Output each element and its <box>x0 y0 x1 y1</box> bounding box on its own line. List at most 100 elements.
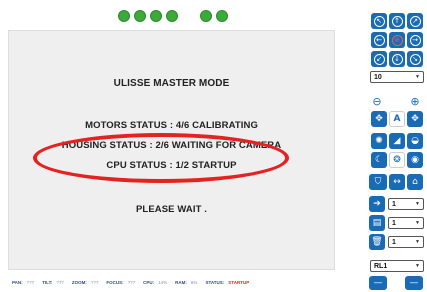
arrow-up-left-icon: ↖ <box>373 15 385 27</box>
minus-icon: — <box>373 278 383 288</box>
highlight-ellipse <box>33 133 289 183</box>
zoom-out-icon: ⊖ <box>372 94 382 108</box>
arrow-up-right-icon: ↗ <box>409 15 421 27</box>
status-dot <box>150 10 162 22</box>
minus-icon: — <box>409 278 419 288</box>
tour-button[interactable]: ⛉ <box>369 174 387 190</box>
eye-icon: ◉ <box>411 155 419 165</box>
arrow-down-icon: ↓ <box>391 53 403 65</box>
stop-icon: ⊘ <box>391 34 403 46</box>
pan-up-right-button[interactable]: ↗ <box>407 13 423 29</box>
status-dot <box>118 10 130 22</box>
arrow-down-right-icon: ↘ <box>409 53 421 65</box>
mode-title: ULISSE MASTER MODE <box>113 78 230 89</box>
speed-select-value: 10 <box>374 73 382 81</box>
save-preset-button[interactable]: ▤ <box>369 215 385 231</box>
zoom-in-icon: ⊕ <box>410 94 420 108</box>
focus-far-button[interactable]: ✥ <box>407 111 423 127</box>
washer-button[interactable]: ◒ <box>407 133 423 149</box>
iris-icon: ❂ <box>393 155 401 165</box>
washer-icon: ◒ <box>411 136 419 146</box>
zoom-value: ??? <box>90 280 99 285</box>
iris-button[interactable]: ❂ <box>389 152 405 168</box>
tour-icon: ⛉ <box>374 177 382 187</box>
pan-label: PAN: <box>12 280 23 285</box>
pan-right-button[interactable]: → <box>407 32 423 48</box>
zoom-label: ZOOM: <box>71 280 87 285</box>
preset-select-3[interactable]: 1 ▼ <box>388 236 424 248</box>
main-panel: ULISSE MASTER MODE MOTORS STATUS : 4/6 C… <box>8 30 335 270</box>
zoom-out-button[interactable]: ⊖ <box>369 93 385 109</box>
status-bar: PAN:??? TILT:??? ZOOM:??? FOCUS:??? CPU:… <box>12 280 337 290</box>
caret-down-icon: ▼ <box>415 201 420 207</box>
status-dots-left <box>118 10 178 22</box>
autofocus-button[interactable]: A <box>389 111 405 127</box>
caret-down-icon: ▼ <box>415 74 420 80</box>
tilt-down-button[interactable]: ↓ <box>389 51 405 67</box>
delete-preset-button[interactable]: 🗑 <box>369 234 385 250</box>
mode-select-value: RL1 <box>374 262 388 270</box>
status-value: STARTUP <box>228 280 250 285</box>
wiper-button[interactable]: ◢ <box>389 133 405 149</box>
pan-left-button[interactable]: ← <box>371 32 387 48</box>
autofocus-icon: A <box>393 114 401 124</box>
scan-icon: ↔ <box>393 177 401 187</box>
caret-down-icon: ▼ <box>415 263 420 269</box>
wiper-icon: ◢ <box>393 136 401 146</box>
speed-select[interactable]: 10 ▼ <box>370 71 424 83</box>
pan-down-right-button[interactable]: ↘ <box>407 51 423 67</box>
focus-value: ??? <box>127 280 136 285</box>
focus-near-icon: ✥ <box>375 114 383 124</box>
mode-select[interactable]: RL1 ▼ <box>370 260 424 272</box>
focus-near-button[interactable]: ✥ <box>371 111 387 127</box>
trash-icon: 🗑 <box>371 237 383 247</box>
preset-select-2-value: 1 <box>392 219 396 227</box>
preset-select-2[interactable]: 1 ▼ <box>388 217 424 229</box>
preset-select-1[interactable]: 1 ▼ <box>388 198 424 210</box>
arrow-up-icon: ↑ <box>391 15 403 27</box>
goto-preset-button[interactable]: ➔ <box>369 196 385 212</box>
status-dot <box>134 10 146 22</box>
status-dot <box>216 10 228 22</box>
sun-icon: ✺ <box>375 136 383 146</box>
status-dot <box>166 10 178 22</box>
ram-value: 6% <box>190 280 198 285</box>
pan-up-left-button[interactable]: ↖ <box>371 13 387 29</box>
status-dots-right <box>200 10 228 22</box>
night-mode-button[interactable]: ☾ <box>371 152 387 168</box>
app-window: ULISSE MASTER MODE MOTORS STATUS : 4/6 C… <box>0 0 427 292</box>
caret-down-icon: ▼ <box>415 239 420 245</box>
focus-far-icon: ✥ <box>411 114 419 124</box>
status-dot <box>200 10 212 22</box>
preset-select-1-value: 1 <box>392 200 396 208</box>
tilt-label: TILT: <box>42 280 53 285</box>
visibility-button[interactable]: ◉ <box>407 152 423 168</box>
home-icon: ⌂ <box>412 177 418 187</box>
light-button[interactable]: ✺ <box>371 133 387 149</box>
stop-button[interactable]: ⊘ <box>389 32 405 48</box>
pan-down-left-button[interactable]: ↙ <box>371 51 387 67</box>
motors-status: MOTORS STATUS : 4/6 CALIBRATING <box>85 120 258 131</box>
caret-down-icon: ▼ <box>415 220 420 226</box>
status-label: STATUS: <box>205 280 225 285</box>
preset-select-3-value: 1 <box>392 238 396 246</box>
arrow-down-left-icon: ↙ <box>373 53 385 65</box>
pan-value: ??? <box>26 280 35 285</box>
cpu-value: 14% <box>158 280 168 285</box>
ram-label: RAM: <box>175 280 187 285</box>
save-icon: ▤ <box>372 218 382 228</box>
tilt-value: ??? <box>56 280 64 285</box>
cpu-label: CPU: <box>143 280 155 285</box>
plus-button[interactable]: — <box>405 276 423 290</box>
moon-icon: ☾ <box>374 155 384 165</box>
wait-message: PLEASE WAIT . <box>136 204 207 215</box>
home-button[interactable]: ⌂ <box>407 174 423 190</box>
arrow-left-icon: ← <box>373 34 385 46</box>
focus-label: FOCUS: <box>106 280 124 285</box>
zoom-in-button[interactable]: ⊕ <box>407 93 423 109</box>
arrow-right-icon: ➔ <box>373 199 381 209</box>
arrow-right-icon: → <box>409 34 421 46</box>
tilt-up-button[interactable]: ↑ <box>389 13 405 29</box>
scan-button[interactable]: ↔ <box>389 174 405 190</box>
minus-button[interactable]: — <box>369 276 387 290</box>
